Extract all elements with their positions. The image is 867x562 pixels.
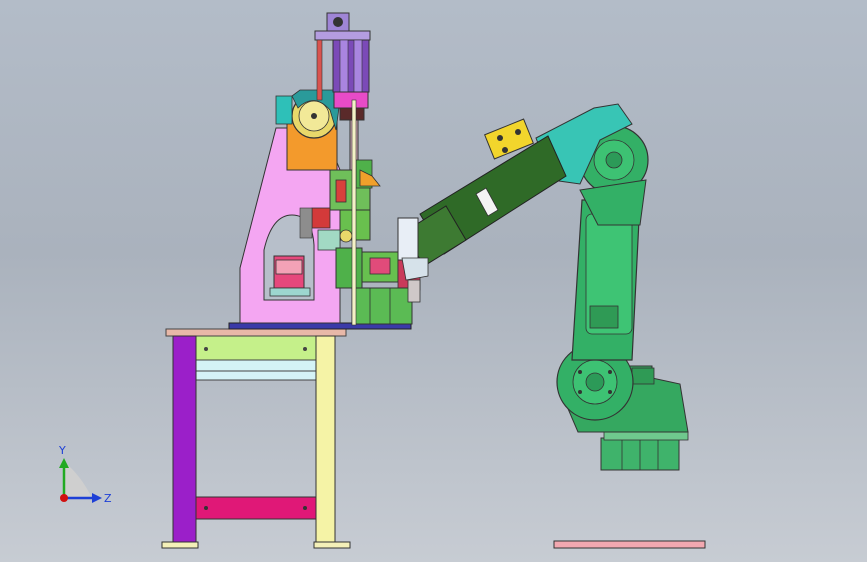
table-foot-right xyxy=(313,541,351,549)
bolt xyxy=(204,347,208,351)
table-lower-brace xyxy=(195,496,317,520)
bolt xyxy=(303,506,307,510)
assembly-model[interactable]: Y Z xyxy=(0,0,867,562)
robot-floor-plate xyxy=(553,540,706,549)
cylinder-body xyxy=(332,39,370,93)
bolt xyxy=(204,506,208,510)
table-apron xyxy=(195,335,317,361)
z-axis-label: Z xyxy=(104,492,112,505)
origin-dot xyxy=(60,494,68,502)
table-leg-right xyxy=(315,335,336,543)
y-axis-label: Y xyxy=(58,444,66,457)
coordinate-triad: Y Z xyxy=(58,444,112,505)
cad-viewport[interactable]: Y Z xyxy=(0,0,867,562)
table-top xyxy=(165,328,347,337)
workbench-table[interactable] xyxy=(161,328,351,549)
robot-arm[interactable] xyxy=(397,103,689,471)
end-effector-bracket xyxy=(397,217,419,261)
table-foot-left xyxy=(161,541,199,549)
cylinder-top-cap xyxy=(314,30,371,41)
table-crossbar xyxy=(195,359,317,381)
bolt xyxy=(303,347,307,351)
table-leg-left xyxy=(172,335,197,543)
